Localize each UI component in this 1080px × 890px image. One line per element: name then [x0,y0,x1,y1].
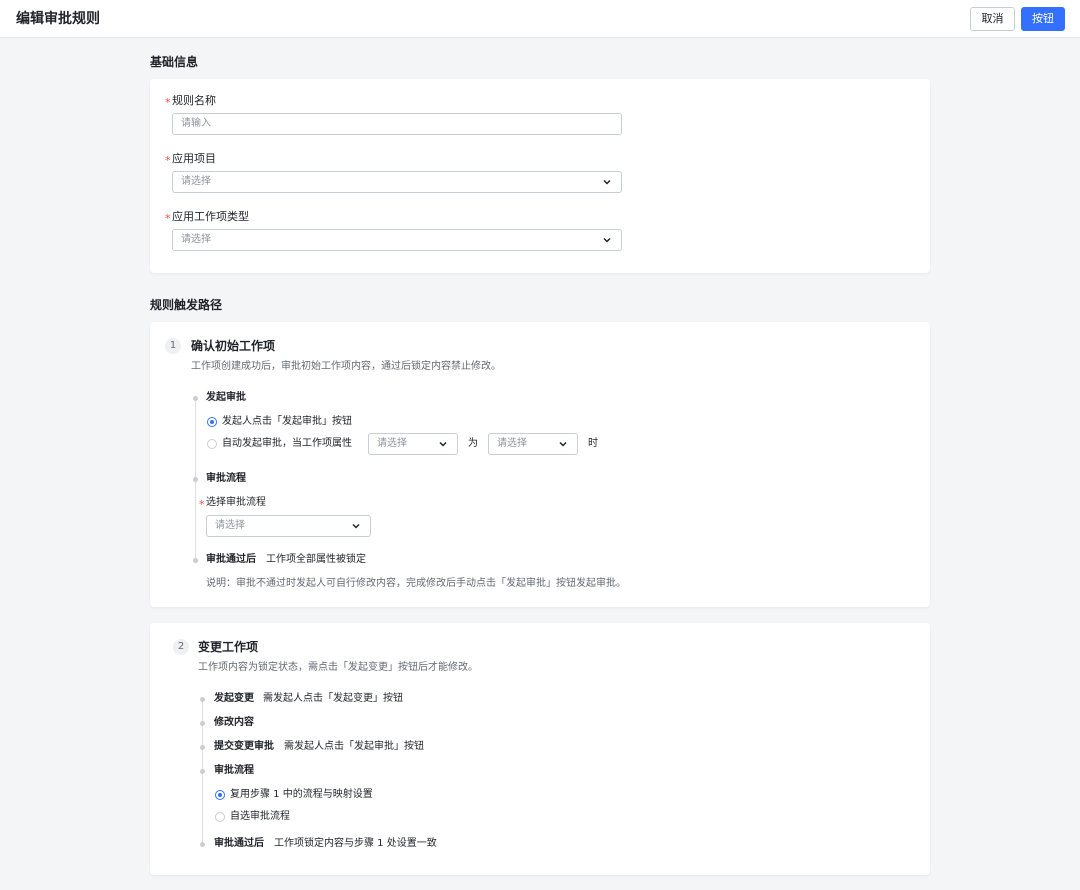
value-placeholder: 请选择 [497,438,527,449]
approval-flow-select[interactable]: 请选择 [206,515,371,537]
approval-flow-title: 审批流程 [214,765,254,776]
is-label: 为 [468,438,478,449]
submit-change-text: 需发起人点击「发起审批」按钮 [284,741,424,752]
basic-info-title: 基础信息 [150,55,199,69]
when-label: 时 [588,438,598,449]
project-label: 应用项目 [172,152,216,165]
timeline-dot [193,558,198,563]
work-item-type-label: 应用工作项类型 [172,210,249,223]
after-approval-text: 工作项全部属性被锁定 [266,554,366,565]
rule-name-placeholder: 请输入 [181,118,211,129]
radio-reuse-flow[interactable] [215,790,225,800]
basic-info-card: * 规则名称 请输入 * 应用项目 请选择 * 应用工作项类型 请选择 [150,79,930,273]
timeline-dot [200,745,205,750]
work-item-type-placeholder: 请选择 [181,234,211,245]
rule-name-input[interactable]: 请输入 [172,113,622,135]
modify-content-title: 修改内容 [214,717,254,728]
start-change-text: 需发起人点击「发起变更」按钮 [263,693,403,704]
timeline-dot [200,769,205,774]
required-mark: * [199,498,205,511]
after-approval-title: 审批通过后 [206,554,256,565]
step-1-card: 1 确认初始工作项 工作项创建成功后，审批初始工作项内容，通过后锁定内容禁止修改… [150,322,930,607]
chevron-down-icon [439,441,447,447]
timeline-dot [200,842,205,847]
required-mark: * [165,212,171,225]
timeline-dot [193,477,198,482]
approval-flow-title: 审批流程 [206,473,246,484]
page-header: 编辑审批规则 取消 按钮 [0,0,1080,38]
start-approval-title: 发起审批 [206,392,246,403]
step-title: 变更工作项 [198,640,259,654]
attribute-select[interactable]: 请选择 [368,433,458,455]
explanation-note: 说明：审批不通过时发起人可自行修改内容，完成修改后手动点击「发起审批」按钮发起审… [206,578,626,589]
attribute-placeholder: 请选择 [377,438,407,449]
step-number: 1 [165,338,181,354]
step-number: 2 [173,639,189,655]
cancel-button[interactable]: 取消 [970,7,1015,31]
timeline-dot [200,721,205,726]
after-approval-text: 工作项锁定内容与步骤 1 处设置一致 [274,838,437,849]
chevron-down-icon [603,237,611,243]
start-change-title: 发起变更 [214,693,254,704]
step-description: 工作项内容为锁定状态，需点击「发起变更」按钮后才能修改。 [198,662,478,673]
project-placeholder: 请选择 [181,176,211,187]
chevron-down-icon [352,523,360,529]
step-description: 工作项创建成功后，审批初始工作项内容，通过后锁定内容禁止修改。 [191,361,501,372]
chevron-down-icon [603,179,611,185]
primary-button[interactable]: 按钮 [1021,7,1065,31]
chevron-down-icon [559,441,567,447]
approval-flow-placeholder: 请选择 [215,520,245,531]
required-mark: * [165,96,171,109]
radio-reuse-flow-label[interactable]: 复用步骤 1 中的流程与映射设置 [230,788,373,802]
radio-auto-start-label[interactable]: 自动发起审批，当工作项属性 [222,437,352,451]
timeline-dot [200,697,205,702]
after-approval-title: 审批通过后 [214,838,264,849]
radio-manual-start-label[interactable]: 发起人点击「发起审批」按钮 [222,415,352,429]
value-select[interactable]: 请选择 [488,433,578,455]
submit-change-title: 提交变更审批 [214,741,274,752]
rule-name-label: 规则名称 [172,94,216,107]
required-mark: * [165,154,171,167]
radio-auto-start[interactable] [207,439,217,449]
project-select[interactable]: 请选择 [172,171,622,193]
radio-custom-flow-label[interactable]: 自选审批流程 [230,810,290,824]
select-flow-label: 选择审批流程 [206,497,266,508]
trigger-path-title: 规则触发路径 [150,298,223,312]
page-title: 编辑审批规则 [16,11,100,27]
timeline-dot [193,396,198,401]
work-item-type-select[interactable]: 请选择 [172,229,622,251]
radio-manual-start[interactable] [207,417,217,427]
step-2-card: 2 变更工作项 工作项内容为锁定状态，需点击「发起变更」按钮后才能修改。 发起变… [150,623,930,875]
step-title: 确认初始工作项 [191,339,276,353]
radio-custom-flow[interactable] [215,812,225,822]
